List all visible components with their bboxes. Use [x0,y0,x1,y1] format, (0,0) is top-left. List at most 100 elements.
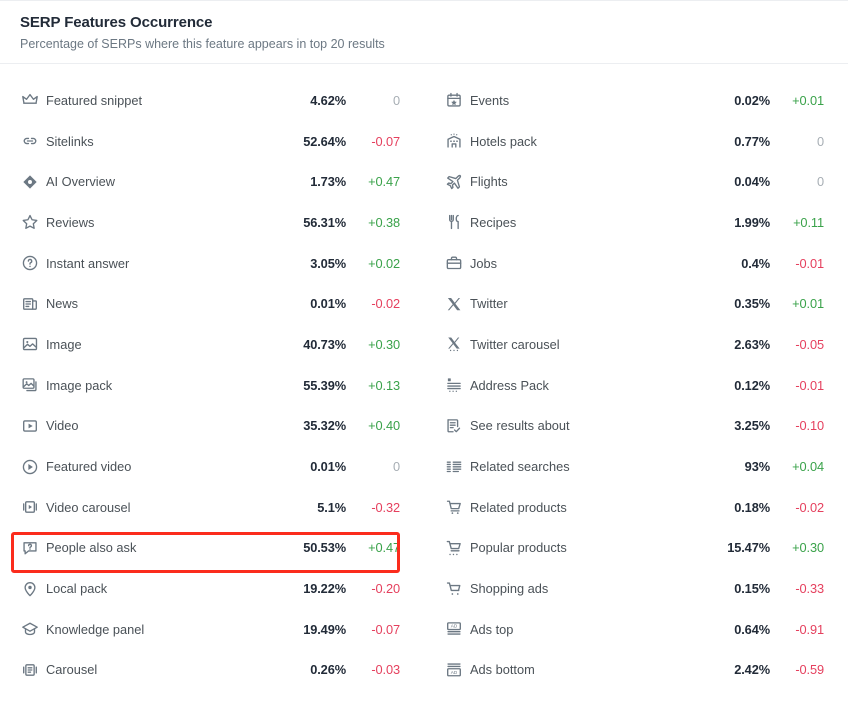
airplane-icon [444,172,464,192]
feature-change: +0.40 [368,418,400,434]
feature-percentage: 40.73% [303,336,346,352]
feature-label: Ads bottom [470,662,535,678]
feature-label: AI Overview [46,174,115,190]
feature-row[interactable]: Related searches 93% +0.04 [424,446,848,487]
feature-row[interactable]: Sitelinks 52.64% -0.07 [0,121,424,162]
twitter-x-icon [444,294,464,314]
feature-change: -0.07 [371,621,400,637]
feature-label: Recipes [470,214,517,230]
feature-row[interactable]: See results about 3.25% -0.10 [424,406,848,447]
feature-row[interactable]: Recipes 1.99% +0.11 [424,202,848,243]
feature-row[interactable]: Twitter carousel 2.63% -0.05 [424,324,848,365]
feature-row[interactable]: Related products 0.18% -0.02 [424,487,848,528]
feature-label: Video carousel [46,499,131,515]
feature-change: +0.01 [792,92,824,108]
feature-percentage: 2.42% [734,662,770,678]
feature-percentage: 0.12% [734,377,770,393]
feature-percentage: 19.49% [303,621,346,637]
feature-row[interactable]: News 0.01% -0.02 [0,283,424,324]
feature-row[interactable]: Events 0.02% +0.01 [424,80,848,121]
feature-label: Hotels pack [470,133,537,149]
page-title: SERP Features Occurrence [20,14,213,31]
feature-row[interactable]: Twitter 0.35% +0.01 [424,283,848,324]
feature-label: Reviews [46,214,95,230]
feature-change: +0.30 [792,540,824,556]
feature-percentage: 3.25% [734,418,770,434]
briefcase-icon [444,253,464,273]
svg-text:AD: AD [451,670,458,675]
feature-row[interactable]: Address Pack 0.12% -0.01 [424,365,848,406]
feature-change: +0.01 [792,296,824,312]
feature-row[interactable]: Featured snippet 4.62% 0 [0,80,424,121]
feature-label: Related products [470,499,567,515]
feature-row[interactable]: AD Ads top 0.64% -0.91 [424,609,848,650]
feature-percentage: 1.99% [734,214,770,230]
feature-change: -0.02 [371,296,400,312]
feature-row[interactable]: Video carousel 5.1% -0.32 [0,487,424,528]
feature-row[interactable]: Knowledge panel 19.49% -0.07 [0,609,424,650]
feature-percentage: 0.01% [310,459,346,475]
feature-change: +0.47 [368,174,400,190]
feature-change: -0.59 [795,662,824,678]
feature-row[interactable]: People also ask 50.53% +0.47 [0,528,424,569]
hotel-icon [444,131,464,151]
address-pack-icon [444,375,464,395]
feature-row[interactable]: Instant answer 3.05% +0.02 [0,243,424,284]
feature-label: Featured snippet [46,92,143,108]
feature-label: Flights [470,174,508,190]
feature-percentage: 52.64% [303,133,346,149]
cutlery-icon [444,212,464,232]
feature-label: Carousel [46,662,98,678]
feature-row[interactable]: Shopping ads 0.15% -0.33 [424,568,848,609]
feature-row[interactable]: AD Ads bottom 2.42% -0.59 [424,650,848,691]
people-also-ask-icon [20,538,40,558]
related-products-icon [444,497,464,517]
feature-label: Shopping ads [470,581,549,597]
see-results-icon [444,416,464,436]
feature-row[interactable]: Hotels pack 0.77% 0 [424,121,848,162]
feature-label: Image pack [46,377,113,393]
video-carousel-icon [20,497,40,517]
feature-label: See results about [470,418,570,434]
feature-percentage: 0.64% [734,621,770,637]
feature-change: 0 [392,92,400,108]
shopping-ads-icon [444,579,464,599]
feature-row[interactable]: Image pack 55.39% +0.13 [0,365,424,406]
feature-change: -0.20 [371,581,400,597]
feature-row[interactable]: Popular products 15.47% +0.30 [424,528,848,569]
feature-row[interactable]: Reviews 56.31% +0.38 [0,202,424,243]
features-column-right: Events 0.02% +0.01 Hotels pack 0.77% 0 Flights… [424,80,848,690]
feature-row[interactable]: Carousel 0.26% -0.03 [0,650,424,691]
serp-features-card: SERP Features Occurrence Percentage of S… [0,0,848,706]
feature-row[interactable]: Jobs 0.4% -0.01 [424,243,848,284]
feature-change: +0.30 [368,336,400,352]
feature-row[interactable]: Featured video 0.01% 0 [0,446,424,487]
feature-row[interactable]: Flights 0.04% 0 [424,161,848,202]
feature-percentage: 35.32% [303,418,346,434]
feature-label: Popular products [470,540,567,556]
feature-label: News [46,296,78,312]
features-column-left: Featured snippet 4.62% 0 Sitelinks 52.64% -0.… [0,80,424,690]
page-subtitle: Percentage of SERPs where this feature a… [20,37,385,51]
star-icon [20,212,40,232]
feature-percentage: 56.31% [303,214,346,230]
feature-label: Knowledge panel [46,621,145,637]
feature-row[interactable]: Local pack 19.22% -0.20 [0,568,424,609]
feature-percentage: 0.04% [734,174,770,190]
image-icon [20,334,40,354]
carousel-icon [20,660,40,680]
feature-change: +0.04 [792,459,824,475]
feature-row[interactable]: AI Overview 1.73% +0.47 [0,161,424,202]
card-header: SERP Features Occurrence Percentage of S… [0,1,848,64]
features-columns: Featured snippet 4.62% 0 Sitelinks 52.64% -0.… [0,64,848,690]
feature-label: Video [46,418,79,434]
feature-percentage: 0.4% [741,255,770,271]
feature-row[interactable]: Video 35.32% +0.40 [0,406,424,447]
feature-percentage: 0.26% [310,662,346,678]
link-icon [20,131,40,151]
feature-row[interactable]: Image 40.73% +0.30 [0,324,424,365]
feature-percentage: 2.63% [734,336,770,352]
feature-label: Related searches [470,459,570,475]
feature-change: 0 [392,459,400,475]
twitter-carousel-icon [444,334,464,354]
